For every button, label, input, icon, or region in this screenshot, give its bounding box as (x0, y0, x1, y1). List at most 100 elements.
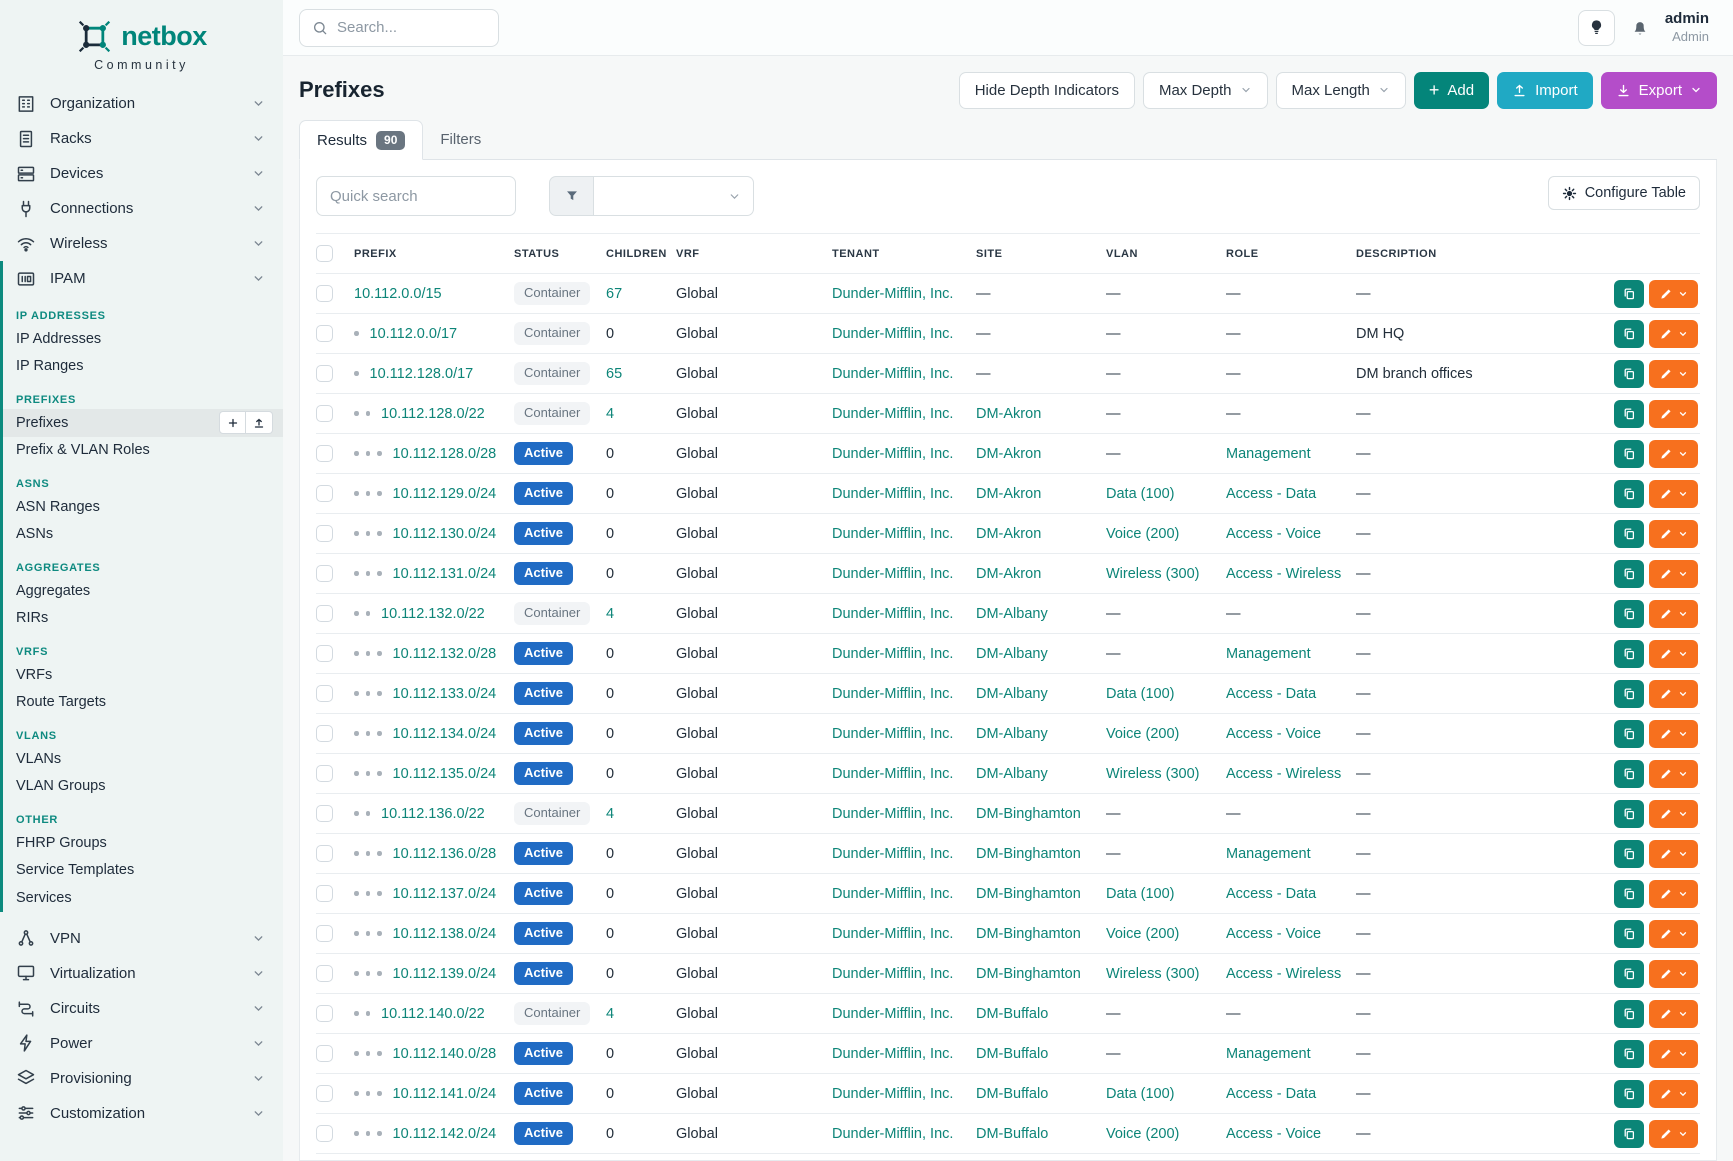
export-button[interactable]: Export (1601, 72, 1717, 109)
sidebar-item-provisioning[interactable]: Provisioning (0, 1061, 283, 1096)
sidebar-item-rirs[interactable]: RIRs (3, 605, 283, 633)
tenant-link[interactable]: Dunder-Mifflin, Inc. (832, 846, 953, 862)
tenant-link[interactable]: Dunder-Mifflin, Inc. (832, 726, 953, 742)
tenant-link[interactable]: Dunder-Mifflin, Inc. (832, 646, 953, 662)
site-link[interactable]: DM-Binghamton (976, 846, 1081, 862)
tenant-link[interactable]: Dunder-Mifflin, Inc. (832, 446, 953, 462)
row-checkbox[interactable] (316, 445, 333, 462)
tenant-link[interactable]: Dunder-Mifflin, Inc. (832, 1126, 953, 1142)
sidebar-item-power[interactable]: Power (0, 1026, 283, 1061)
row-checkbox[interactable] (316, 365, 333, 382)
clone-button[interactable] (1614, 840, 1644, 868)
prefix-link[interactable]: 10.112.136.0/22 (381, 806, 485, 822)
row-checkbox[interactable] (316, 765, 333, 782)
role-link[interactable]: Access - Voice (1226, 1126, 1321, 1142)
site-link[interactable]: DM-Binghamton (976, 806, 1081, 822)
role-link[interactable]: Management (1226, 846, 1311, 862)
quick-search-input[interactable] (316, 176, 516, 216)
tenant-link[interactable]: Dunder-Mifflin, Inc. (832, 406, 953, 422)
prefix-link[interactable]: 10.112.0.0/15 (354, 286, 442, 302)
tenant-link[interactable]: Dunder-Mifflin, Inc. (832, 606, 953, 622)
row-checkbox[interactable] (316, 325, 333, 342)
vlan-link[interactable]: Voice (200) (1106, 926, 1179, 942)
clone-button[interactable] (1614, 1000, 1644, 1028)
tab-filters[interactable]: Filters (423, 119, 498, 159)
column-header-site[interactable]: SITE (976, 234, 1106, 274)
tenant-link[interactable]: Dunder-Mifflin, Inc. (832, 806, 953, 822)
edit-button[interactable] (1649, 1080, 1698, 1108)
sidebar-item-fhrp-groups[interactable]: FHRP Groups (3, 829, 283, 857)
sidebar-item-vlans[interactable]: VLANs (3, 745, 283, 773)
row-checkbox[interactable] (316, 405, 333, 422)
children-count-link[interactable]: 67 (606, 286, 622, 302)
role-link[interactable]: Access - Wireless (1226, 966, 1341, 982)
edit-button[interactable] (1649, 600, 1698, 628)
site-link[interactable]: DM-Buffalo (976, 1086, 1048, 1102)
row-checkbox[interactable] (316, 525, 333, 542)
column-header-role[interactable]: ROLE (1226, 234, 1356, 274)
tenant-link[interactable]: Dunder-Mifflin, Inc. (832, 1046, 953, 1062)
clone-button[interactable] (1614, 360, 1644, 388)
vlan-link[interactable]: Wireless (300) (1106, 566, 1199, 582)
tenant-link[interactable]: Dunder-Mifflin, Inc. (832, 926, 953, 942)
site-link[interactable]: DM-Akron (976, 406, 1041, 422)
sidebar-item-racks[interactable]: Racks (0, 121, 283, 156)
site-link[interactable]: DM-Albany (976, 606, 1048, 622)
vlan-link[interactable]: Data (100) (1106, 486, 1175, 502)
edit-button[interactable] (1649, 840, 1698, 868)
clone-button[interactable] (1614, 960, 1644, 988)
configure-table-button[interactable]: Configure Table (1548, 176, 1700, 210)
edit-button[interactable] (1649, 800, 1698, 828)
edit-button[interactable] (1649, 440, 1698, 468)
vlan-link[interactable]: Data (100) (1106, 886, 1175, 902)
row-checkbox[interactable] (316, 565, 333, 582)
edit-button[interactable] (1649, 480, 1698, 508)
vlan-link[interactable]: Voice (200) (1106, 526, 1179, 542)
clone-button[interactable] (1614, 680, 1644, 708)
saved-filter-select[interactable] (594, 176, 754, 216)
edit-button[interactable] (1649, 1120, 1698, 1148)
site-link[interactable]: DM-Albany (976, 726, 1048, 742)
role-link[interactable]: Access - Wireless (1226, 566, 1341, 582)
brand[interactable]: netbox Community (0, 0, 283, 86)
sidebar-item-service-templates[interactable]: Service Templates (3, 857, 283, 885)
site-link[interactable]: DM-Akron (976, 526, 1041, 542)
row-checkbox[interactable] (316, 485, 333, 502)
tab-results[interactable]: Results 90 (299, 120, 423, 160)
sidebar-item-ip-ranges[interactable]: IP Ranges (3, 353, 283, 381)
max-length-dropdown[interactable]: Max Length (1276, 72, 1406, 109)
site-link[interactable]: DM-Akron (976, 566, 1041, 582)
clone-button[interactable] (1614, 600, 1644, 628)
sidebar-item-route-targets[interactable]: Route Targets (3, 689, 283, 717)
sidebar-item-virtualization[interactable]: Virtualization (0, 956, 283, 991)
user-menu[interactable]: admin Admin (1665, 10, 1709, 45)
prefix-link[interactable]: 10.112.140.0/28 (393, 1046, 497, 1062)
row-checkbox[interactable] (316, 645, 333, 662)
vlan-link[interactable]: Wireless (300) (1106, 766, 1199, 782)
site-link[interactable]: DM-Buffalo (976, 1126, 1048, 1142)
role-link[interactable]: Access - Data (1226, 1086, 1316, 1102)
prefix-link[interactable]: 10.112.131.0/24 (393, 566, 497, 582)
row-checkbox[interactable] (316, 685, 333, 702)
column-header-children[interactable]: CHILDREN (606, 234, 676, 274)
site-link[interactable]: DM-Albany (976, 646, 1048, 662)
theme-toggle-button[interactable] (1578, 10, 1615, 46)
column-header-vrf[interactable]: VRF (676, 234, 832, 274)
site-link[interactable]: DM-Binghamton (976, 926, 1081, 942)
role-link[interactable]: Management (1226, 446, 1311, 462)
site-link[interactable]: DM-Akron (976, 486, 1041, 502)
prefix-link[interactable]: 10.112.137.0/24 (393, 886, 497, 902)
prefix-link[interactable]: 10.112.132.0/28 (393, 646, 497, 662)
clone-button[interactable] (1614, 440, 1644, 468)
tenant-link[interactable]: Dunder-Mifflin, Inc. (832, 686, 953, 702)
site-link[interactable]: DM-Albany (976, 766, 1048, 782)
clone-button[interactable] (1614, 760, 1644, 788)
clone-button[interactable] (1614, 280, 1644, 308)
clone-button[interactable] (1614, 640, 1644, 668)
clone-button[interactable] (1614, 1080, 1644, 1108)
site-link[interactable]: DM-Albany (976, 686, 1048, 702)
children-count-link[interactable]: 4 (606, 606, 614, 622)
column-header-description[interactable]: DESCRIPTION (1356, 234, 1590, 274)
import-prefix-mini-button[interactable] (246, 411, 273, 434)
site-link[interactable]: DM-Akron (976, 446, 1041, 462)
